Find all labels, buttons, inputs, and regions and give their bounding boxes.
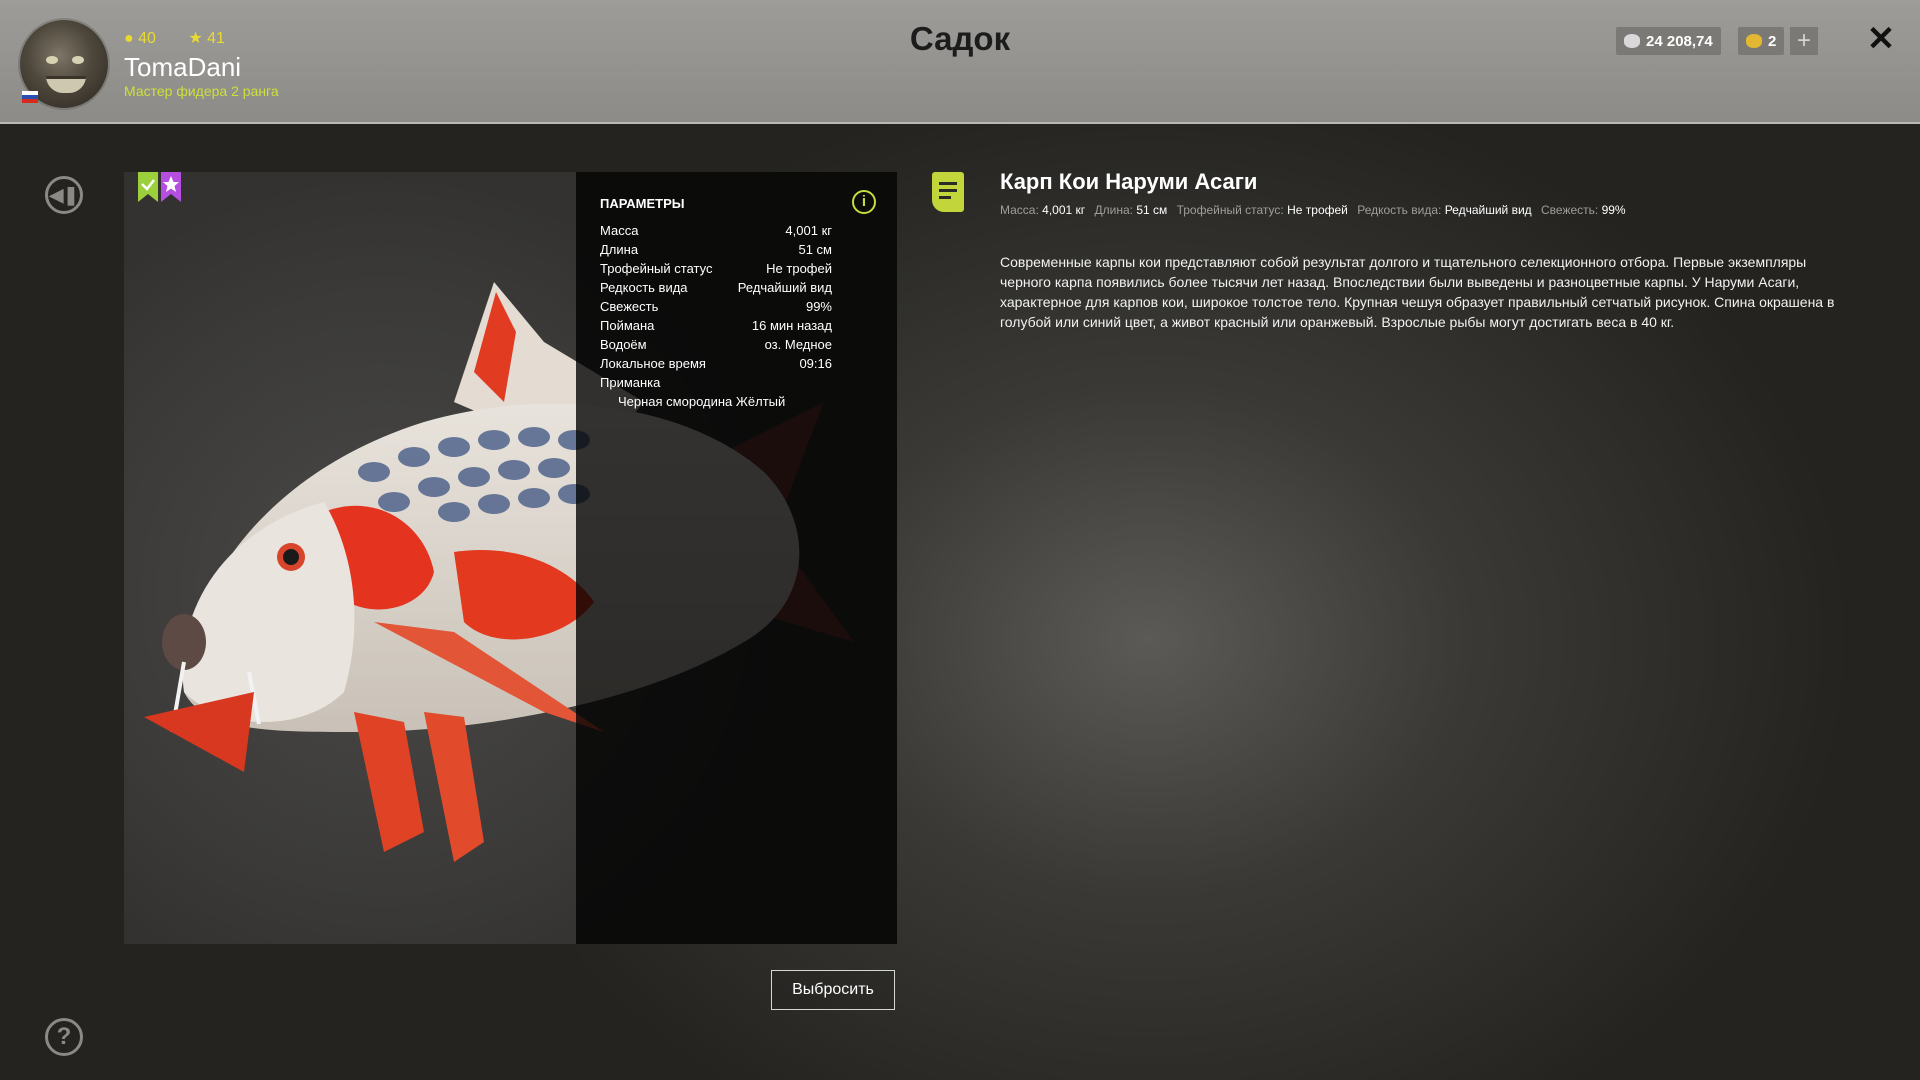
param-value: 4,001 кг <box>785 223 832 238</box>
gold-amount: 2 <box>1768 32 1777 50</box>
meta-label: Масса: <box>1000 203 1039 217</box>
param-value: 16 мин назад <box>751 318 832 333</box>
close-button[interactable]: ✕ <box>1864 22 1898 56</box>
gold-balance[interactable]: 2 <box>1738 27 1785 55</box>
description-note-icon <box>932 172 964 212</box>
meta-value: Не трофей <box>1287 203 1348 217</box>
rare-star-badge-icon <box>161 172 181 202</box>
fish-description: Современные карпы кои представляют собой… <box>1000 254 1835 330</box>
russia-flag-icon <box>22 91 38 103</box>
discard-button[interactable]: Выбросить <box>771 970 895 1010</box>
param-row: Длина 51 см <box>600 240 832 259</box>
meta-value: 51 см <box>1136 203 1168 217</box>
param-value: Редчайший вид <box>737 280 832 295</box>
param-row: Локальное время 09:16 <box>600 354 832 373</box>
param-value: 99% <box>805 299 832 314</box>
player-rank: Мастер фидера 2 ранга <box>124 83 279 99</box>
param-value: Не трофей <box>766 261 832 276</box>
param-label: Локальное время <box>600 356 706 371</box>
silver-coins-icon <box>1624 34 1640 48</box>
back-button[interactable]: ◀❚ <box>45 176 83 214</box>
param-label: Свежесть <box>600 299 659 314</box>
param-label: Трофейный статус <box>600 261 713 276</box>
param-row: Поймана 16 мин назад <box>600 316 832 335</box>
param-row: Трофейный статус Не трофей <box>600 259 832 278</box>
fish-meta-line: Масса: 4,001 кг Длина: 51 см Трофейный с… <box>1000 203 1632 217</box>
info-icon[interactable]: i <box>852 190 876 214</box>
meta-label: Длина: <box>1094 203 1133 217</box>
bait-value: Черная смородина Жёлтый <box>618 394 786 409</box>
param-row: Масса 4,001 кг <box>600 221 832 240</box>
param-label: Редкость вида <box>600 280 688 295</box>
param-row: Водоём оз. Медное <box>600 335 832 354</box>
meta-label: Трофейный статус: <box>1176 203 1284 217</box>
caught-badge-icon <box>138 172 158 202</box>
meta-label: Редкость вида: <box>1357 203 1442 217</box>
parameters-list: Масса 4,001 кг Длина 51 см Трофейный стату… <box>600 221 873 373</box>
meta-label: Свежесть: <box>1541 203 1599 217</box>
param-value: 51 см <box>798 242 832 257</box>
param-value: оз. Медное <box>764 337 832 352</box>
param-row: Свежесть 99% <box>600 297 832 316</box>
meta-value: 99% <box>1601 203 1626 217</box>
back-icon: ◀❚ <box>49 185 79 205</box>
meta-value: 4,001 кг <box>1042 203 1086 217</box>
fish-name: Карп Кои Наруми Асаги <box>1000 169 1258 194</box>
param-label: Масса <box>600 223 639 238</box>
top-bar: ● 40 ★ 41 TomaDani Мастер фидера 2 ранга… <box>0 0 1920 124</box>
help-button[interactable]: ? <box>45 1018 83 1056</box>
gold-coins-icon <box>1746 34 1762 48</box>
silver-amount: 24 208,74 <box>1646 32 1713 50</box>
param-label: Поймана <box>600 318 655 333</box>
param-value: 09:16 <box>799 356 832 371</box>
add-gold-button[interactable]: + <box>1790 27 1818 55</box>
meta-value: Редчайший вид <box>1444 203 1532 217</box>
avatar-mouth <box>46 76 86 93</box>
parameters-title: ПАРАМЕТРЫ <box>600 196 685 211</box>
param-label: Водоём <box>600 337 647 352</box>
param-row: Редкость вида Редчайший вид <box>600 278 832 297</box>
fish-parameters-panel: ПАРАМЕТРЫ i Масса 4,001 кг Длина 51 см Тро… <box>576 172 897 944</box>
bait-label: Приманка <box>600 375 661 390</box>
param-label: Длина <box>600 242 639 257</box>
silver-balance[interactable]: 24 208,74 <box>1616 27 1721 55</box>
